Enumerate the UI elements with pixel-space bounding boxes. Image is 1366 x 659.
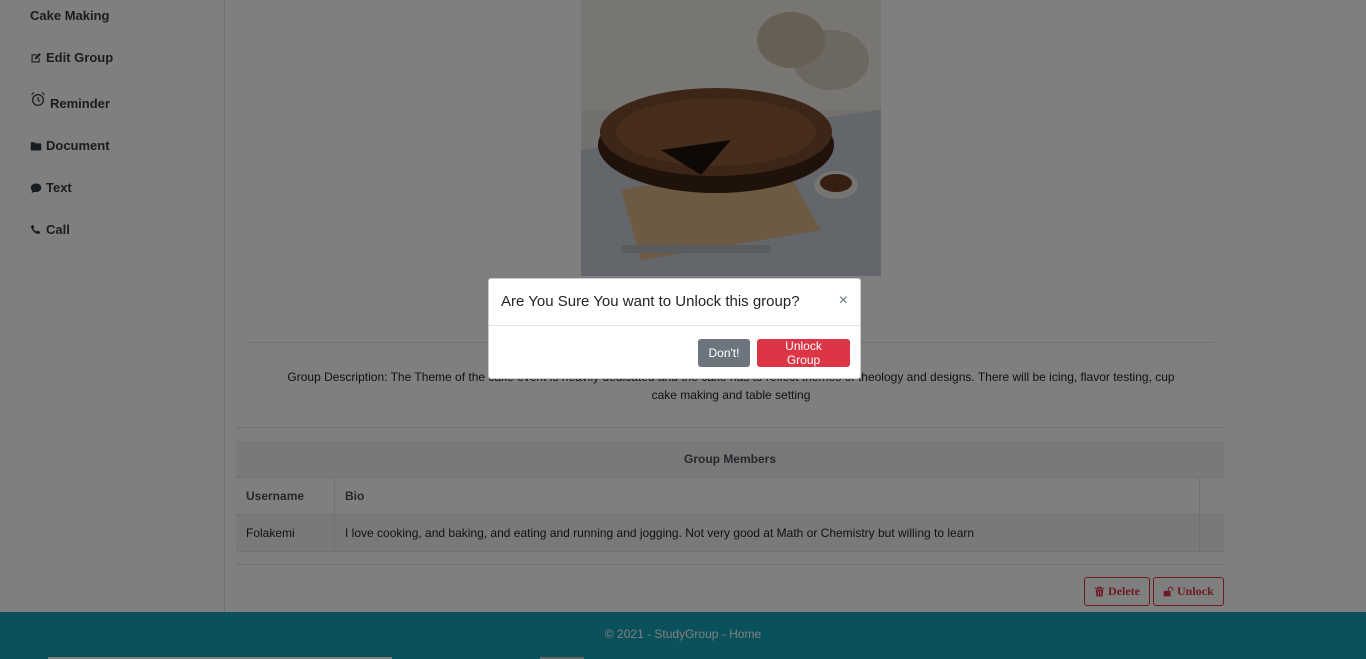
unlock-confirm-modal: Are You Sure You want to Unlock this gro… bbox=[488, 278, 861, 379]
unlock-group-button[interactable]: Unlock Group bbox=[757, 339, 850, 367]
close-icon[interactable]: × bbox=[839, 292, 848, 310]
cancel-button[interactable]: Don't! bbox=[698, 339, 750, 367]
modal-header: Are You Sure You want to Unlock this gro… bbox=[489, 279, 860, 326]
modal-title: Are You Sure You want to Unlock this gro… bbox=[501, 293, 800, 310]
